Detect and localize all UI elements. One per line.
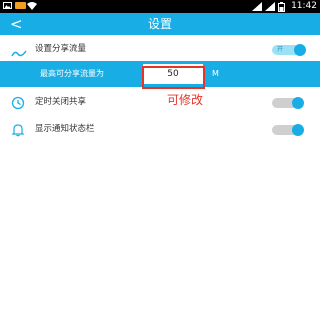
wifi-icon bbox=[27, 1, 37, 10]
app-notification-icon bbox=[15, 1, 26, 10]
traffic-trend-icon bbox=[11, 43, 27, 62]
share-traffic-toggle[interactable]: 开 bbox=[272, 44, 308, 56]
clock-icon bbox=[11, 95, 25, 114]
signal-icon-1 bbox=[252, 1, 263, 11]
image-icon bbox=[3, 1, 12, 10]
toggle-on-label: 开 bbox=[277, 46, 284, 53]
signal-icon-2 bbox=[265, 1, 276, 11]
setting-label-share-traffic: 设置分享流量 bbox=[35, 44, 87, 54]
bell-icon bbox=[11, 122, 25, 141]
max-traffic-label: 最高可分享流量为 bbox=[40, 69, 104, 78]
setting-label-timed-close: 定时关闭共享 bbox=[35, 97, 87, 107]
app-bar: < 设置 bbox=[0, 13, 320, 35]
toggle-knob bbox=[294, 44, 306, 56]
show-notification-toggle[interactable] bbox=[272, 124, 308, 136]
toggle-knob bbox=[292, 97, 304, 109]
toggle-knob bbox=[292, 124, 304, 136]
max-traffic-unit: M bbox=[212, 69, 219, 78]
battery-icon bbox=[278, 1, 287, 12]
page-title: 设置 bbox=[147, 17, 172, 31]
setting-row-timed-close[interactable]: 定时关闭共享 bbox=[0, 94, 320, 110]
setting-row-show-notification[interactable]: 显示通知状态栏 bbox=[0, 121, 320, 137]
timed-close-toggle[interactable] bbox=[272, 97, 308, 109]
setting-row-share-traffic[interactable]: 设置分享流量 开 bbox=[0, 41, 320, 57]
status-bar: 11:42 bbox=[0, 0, 320, 13]
setting-label-show-notification: 显示通知状态栏 bbox=[35, 124, 95, 134]
highlight-box bbox=[142, 66, 205, 89]
status-time: 11:42 bbox=[291, 1, 317, 11]
